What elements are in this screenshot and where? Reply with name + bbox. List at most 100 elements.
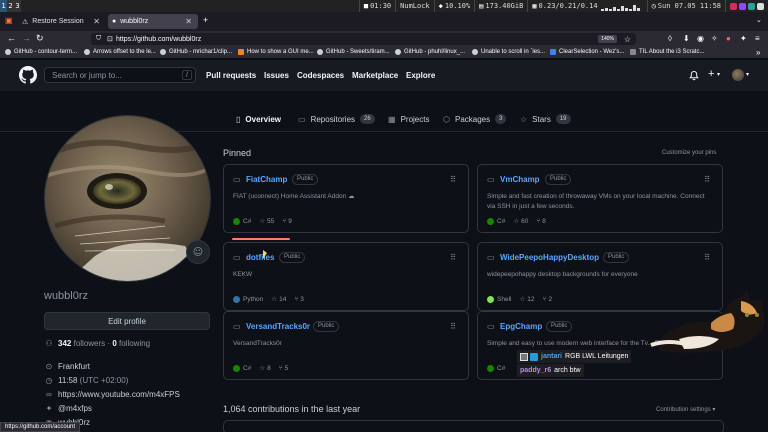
back-icon[interactable]: ← xyxy=(7,34,16,43)
count-badge: 19 xyxy=(555,114,571,124)
contribution-settings-button[interactable]: Contribution settings ▾ xyxy=(656,406,715,413)
followers-link[interactable]: followers xyxy=(74,339,106,348)
stars-link[interactable]: 12 xyxy=(527,296,534,303)
forks-link[interactable]: 9 xyxy=(288,218,292,225)
tray-app3-icon[interactable] xyxy=(757,2,764,10)
set-status-button[interactable]: ☺ xyxy=(186,240,210,264)
url-text[interactable]: https://github.com/wubbl0rz xyxy=(116,36,201,43)
tab-bar: ▣ ⚠ Restore Session ✕ ● wubbl0rz ✕ + ⌄ xyxy=(0,12,768,31)
nav-pull-requests[interactable]: Pull requests xyxy=(206,71,256,80)
drag-handle-icon[interactable]: ⠿ xyxy=(450,175,456,184)
pinned-repo-card: ▭ VersandTracks0r Public ⠿ VersandTracks… xyxy=(223,311,469,380)
chevron-down-icon[interactable]: ▾ xyxy=(717,71,720,78)
tab-wubbl0rz[interactable]: ● wubbl0rz ✕ xyxy=(108,14,198,29)
new-tab-icon[interactable]: + xyxy=(203,16,208,25)
lock-icon[interactable]: ⊡ xyxy=(107,35,113,43)
tab-overview[interactable]: ▯ Overview xyxy=(236,112,281,126)
nav-marketplace[interactable]: Marketplace xyxy=(352,71,398,80)
shield-icon[interactable]: ⛉ xyxy=(96,35,101,43)
account-icon[interactable]: ◉ xyxy=(697,34,704,43)
stars-link[interactable]: 8 xyxy=(267,365,271,372)
downloads-icon[interactable]: ⬇ xyxy=(683,34,690,43)
tab-repositories[interactable]: ▭ Repositories 26 xyxy=(298,112,375,126)
tab-list-icon[interactable]: ⌄ xyxy=(756,16,762,25)
website-link[interactable]: https://www.youtube.com/m4xFPS xyxy=(58,390,180,399)
repo-name-link[interactable]: VmChamp xyxy=(500,175,540,184)
bookmark-item[interactable]: TIL About the i3 Scratc... xyxy=(630,49,704,55)
repo-name-link[interactable]: EpgChamp xyxy=(500,322,542,331)
repo-name-link[interactable]: VersandTracks0r xyxy=(246,322,310,331)
drag-handle-icon[interactable]: ⠿ xyxy=(450,322,456,331)
followers-row: ⚇ 342 followers · 0 following xyxy=(45,339,151,348)
close-icon[interactable]: ✕ xyxy=(185,17,192,26)
plus-icon[interactable]: + xyxy=(708,68,714,80)
workspace-2[interactable]: 2 xyxy=(7,0,14,12)
extensions-icon[interactable]: ✧ xyxy=(711,34,718,43)
profile-avatar[interactable] xyxy=(44,115,211,282)
bookmark-star-icon[interactable]: ☆ xyxy=(624,35,631,44)
repo-name-link[interactable]: dotfiles xyxy=(246,253,274,262)
forward-icon[interactable]: → xyxy=(22,34,31,43)
bookmark-item[interactable]: GitHub - Sweets/tiram... xyxy=(317,49,390,55)
repo-meta: C# ☆ 55 ⑂ 9 xyxy=(233,217,292,225)
zoom-indicator[interactable]: 140% xyxy=(598,35,617,43)
followers-count[interactable]: 342 xyxy=(58,339,71,348)
github-logo-icon[interactable] xyxy=(19,66,37,84)
stars-link[interactable]: 60 xyxy=(521,218,528,225)
bookmark-item[interactable]: ClearSelection - Wez's... xyxy=(550,49,624,55)
nav-explore[interactable]: Explore xyxy=(406,71,435,80)
following-count[interactable]: 0 xyxy=(112,339,116,348)
tab-restore-session[interactable]: ⚠ Restore Session ✕ xyxy=(18,14,106,29)
bookmark-item[interactable]: GitHub - contour-term... xyxy=(5,49,77,55)
language-color-dot xyxy=(233,217,240,225)
tab-packages[interactable]: ⬡ Packages 3 xyxy=(443,112,507,126)
addon-icon[interactable]: ● xyxy=(726,34,731,43)
forks-link[interactable]: 3 xyxy=(300,296,304,303)
clock-icon: ◷ xyxy=(45,376,53,385)
puzzle-icon[interactable]: ✦ xyxy=(740,34,747,43)
url-bar[interactable]: ⛉ ⊡ https://github.com/wubbl0rz 140% ☆ xyxy=(91,33,636,45)
tray-app2-icon[interactable] xyxy=(748,2,755,10)
tab-stars[interactable]: ☆ Stars 19 xyxy=(520,112,571,126)
following-link[interactable]: following xyxy=(119,339,150,348)
tray-app-icon[interactable] xyxy=(730,2,737,10)
nav-codespaces[interactable]: Codespaces xyxy=(297,71,344,80)
stars-link[interactable]: 55 xyxy=(267,218,274,225)
search-input[interactable]: Search or jump to... / xyxy=(44,67,196,83)
restore-icon: ⚠ xyxy=(22,18,29,26)
firefox-view-icon[interactable]: ▣ xyxy=(5,16,13,25)
forks-link[interactable]: 8 xyxy=(542,218,546,225)
workspace-1[interactable]: 1 xyxy=(0,0,7,12)
stars-link[interactable]: 14 xyxy=(279,296,286,303)
language-color-dot xyxy=(233,295,240,303)
drag-handle-icon[interactable]: ⠿ xyxy=(704,175,710,184)
tab-projects[interactable]: ▦ Projects xyxy=(388,112,429,126)
drag-handle-icon[interactable]: ⠿ xyxy=(704,253,710,262)
bookmark-item[interactable]: GitHub - mrichar1/clip... xyxy=(160,49,232,55)
customize-pins-link[interactable]: Customize your pins xyxy=(662,150,716,156)
forks-link[interactable]: 5 xyxy=(285,365,289,372)
drag-handle-icon[interactable]: ⠿ xyxy=(450,253,456,262)
menu-icon[interactable]: ≡ xyxy=(755,34,760,43)
local-time-row: ◷ 11:58 (UTC +02:00) xyxy=(45,376,129,385)
chevron-more-icon[interactable]: » xyxy=(756,48,760,57)
workspace-3[interactable]: 3 xyxy=(14,0,21,12)
bell-icon[interactable] xyxy=(689,70,699,81)
twitter-link[interactable]: @m4xfps xyxy=(58,404,92,413)
avatar[interactable] xyxy=(732,69,744,81)
bookmark-item[interactable]: GitHub - phuhl/linux_... xyxy=(395,49,465,55)
nav-issues[interactable]: Issues xyxy=(264,71,289,80)
bookmark-item[interactable]: How to show a GUI me... xyxy=(238,49,314,55)
bookmark-item[interactable]: Unable to scroll in `les... xyxy=(472,49,545,55)
bookmark-item[interactable]: Arrows offset to the le... xyxy=(84,49,156,55)
close-icon[interactable]: ✕ xyxy=(93,17,100,26)
edit-profile-button[interactable]: Edit profile xyxy=(44,312,210,330)
chevron-down-icon[interactable]: ▾ xyxy=(746,71,749,78)
repo-name-link[interactable]: WidePeepoHappyDesktop xyxy=(500,253,599,262)
pocket-icon[interactable]: ◊ xyxy=(668,34,672,43)
repo-name-link[interactable]: FiatChamp xyxy=(246,175,287,184)
chat-message: paddy_r6 arch btw xyxy=(517,364,584,377)
forks-link[interactable]: 2 xyxy=(548,296,552,303)
tray-twitch-icon[interactable] xyxy=(739,2,746,10)
reload-icon[interactable]: ↻ xyxy=(36,34,44,43)
